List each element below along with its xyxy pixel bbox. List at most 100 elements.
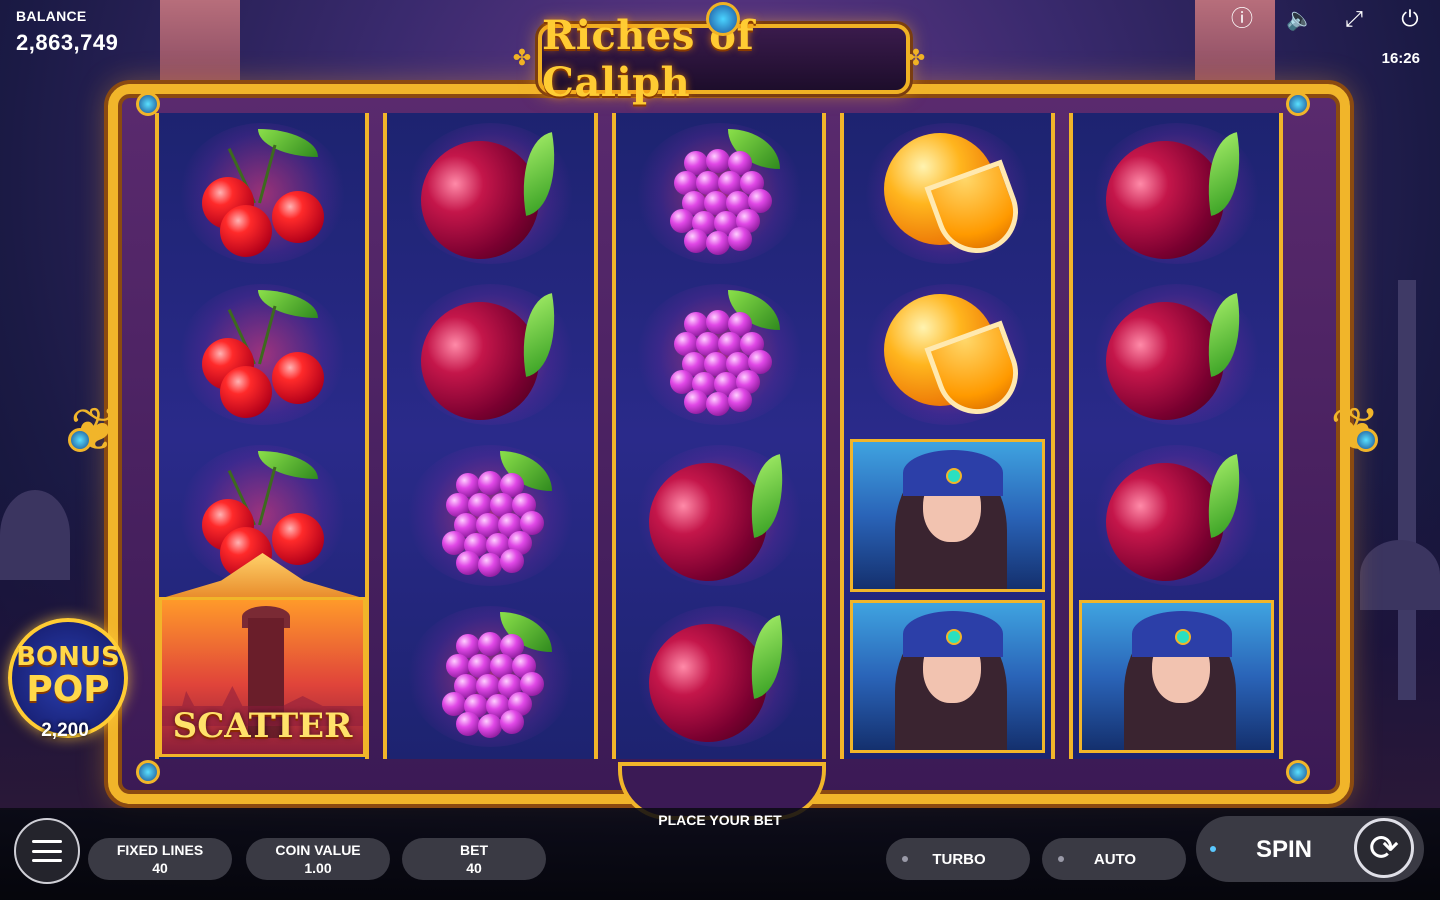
grape-berry xyxy=(499,548,524,573)
reel-3 xyxy=(611,113,827,759)
reel-cell xyxy=(844,113,1051,274)
grape-berry xyxy=(477,552,502,577)
bonus-pop-amount: 2,200 xyxy=(41,720,89,741)
bonus-word: BONUS xyxy=(16,642,120,672)
cherry-leaf xyxy=(257,128,318,157)
hamburger-icon xyxy=(32,840,62,862)
coin-value-button[interactable]: COIN VALUE 1.00 xyxy=(246,838,390,880)
turbo-label: TURBO xyxy=(932,850,986,868)
plum-symbol xyxy=(404,284,566,437)
fixed-lines-button[interactable]: FIXED LINES 40 xyxy=(88,838,232,880)
grape-symbol xyxy=(654,128,784,259)
cherry-fruit xyxy=(271,190,324,243)
cherry-fruit xyxy=(271,351,324,404)
bet-button[interactable]: BET 40 xyxy=(402,838,546,880)
bet-value: 40 xyxy=(466,860,482,876)
lady-jewel xyxy=(1174,629,1191,645)
frame-gem-tr xyxy=(1286,92,1310,116)
grape-symbol xyxy=(654,289,784,420)
right-tower xyxy=(1398,280,1416,700)
cherry-fruit xyxy=(271,512,324,565)
spin-label: SPIN xyxy=(1256,836,1313,863)
balance-value: 2,863,749 xyxy=(16,30,119,55)
grape-berry xyxy=(684,228,709,253)
reel-cell xyxy=(387,596,594,757)
reel-cell xyxy=(844,274,1051,435)
grape-berry xyxy=(477,470,502,495)
scatter-label: SCATTER xyxy=(172,706,353,746)
reel-cell xyxy=(159,113,366,274)
plum-symbol xyxy=(404,123,566,276)
grape-berry xyxy=(728,387,753,412)
grape-berry xyxy=(706,391,731,416)
reel-cell xyxy=(1073,113,1280,276)
reel-5 xyxy=(1068,113,1284,759)
grape-berry xyxy=(455,550,480,575)
title-gem xyxy=(706,2,740,36)
cherry-symbol xyxy=(198,128,328,259)
reel-cell xyxy=(616,274,823,435)
plum-symbol xyxy=(632,606,794,759)
reel-cell xyxy=(616,435,823,598)
power-icon[interactable]: ⏻ xyxy=(1398,6,1422,32)
grape-berry xyxy=(684,389,709,414)
grape-berry xyxy=(455,711,480,736)
spin-button[interactable]: SPIN ⟳ xyxy=(1196,816,1424,882)
reel-2 xyxy=(383,113,598,759)
top-toolbar: ⓘ 🔈 ⤢ ⏻ xyxy=(1230,6,1422,32)
info-icon[interactable]: ⓘ xyxy=(1230,6,1254,32)
reel-cell xyxy=(159,274,366,435)
reel-cell xyxy=(616,596,823,759)
coin-value-value: 1.00 xyxy=(304,860,332,876)
scatter-symbol: SCATTER xyxy=(159,597,366,757)
grape-berry xyxy=(706,230,731,255)
left-dome xyxy=(0,490,70,580)
balance-label: BALANCE xyxy=(16,8,87,24)
cherry-stem xyxy=(257,466,276,525)
orange-symbol xyxy=(878,290,1030,426)
cherry-leaf xyxy=(257,450,318,479)
grape-symbol xyxy=(426,611,556,742)
grape-berry xyxy=(441,530,466,555)
auto-toggle[interactable]: AUTO xyxy=(1042,838,1186,880)
reel-cell xyxy=(616,113,823,274)
menu-button[interactable] xyxy=(14,818,80,884)
frame-gem-br xyxy=(1286,760,1310,784)
reel-cell xyxy=(387,274,594,437)
reel-cell xyxy=(844,435,1051,596)
sound-icon[interactable]: 🔈 xyxy=(1286,6,1313,32)
cherry-fruit xyxy=(219,365,272,418)
caliph-lady-symbol xyxy=(1078,600,1274,753)
caliph-lady-symbol xyxy=(850,439,1046,592)
reel-cell xyxy=(1073,596,1280,757)
plum-symbol xyxy=(1089,284,1251,437)
fixed-lines-label: FIXED LINES xyxy=(116,842,204,858)
coin-value-label: COIN VALUE xyxy=(275,842,361,858)
clock: 16:26 xyxy=(1381,50,1420,67)
grape-berry xyxy=(728,226,753,251)
plum-symbol xyxy=(1089,445,1251,598)
frame-gem-bl xyxy=(136,760,160,784)
turbo-toggle[interactable]: TURBO xyxy=(886,838,1030,880)
cherry-stem xyxy=(257,144,276,203)
frame-gem-right xyxy=(1354,428,1378,452)
spin-refresh-icon[interactable]: ⟳ xyxy=(1354,818,1414,878)
auto-label: AUTO xyxy=(1093,850,1137,868)
grape-berry xyxy=(706,309,731,334)
fullscreen-icon[interactable]: ⤢ xyxy=(1342,6,1366,32)
plum-symbol xyxy=(632,445,794,598)
reel-cell xyxy=(387,435,594,596)
plum-symbol xyxy=(1089,123,1251,276)
right-dome xyxy=(1360,540,1440,610)
title-ornament-left: ✤ xyxy=(512,45,532,70)
title-ornament-right: ✤ xyxy=(906,45,926,70)
caliph-lady-symbol xyxy=(850,600,1046,753)
bet-label: BET xyxy=(460,842,488,858)
grape-berry xyxy=(499,709,524,734)
reel-cell xyxy=(1073,274,1280,437)
spin-indicator xyxy=(1210,846,1216,852)
cherry-fruit xyxy=(219,204,272,257)
grape-berry xyxy=(441,691,466,716)
cherry-stem xyxy=(257,305,276,364)
reel-4 xyxy=(840,113,1055,759)
